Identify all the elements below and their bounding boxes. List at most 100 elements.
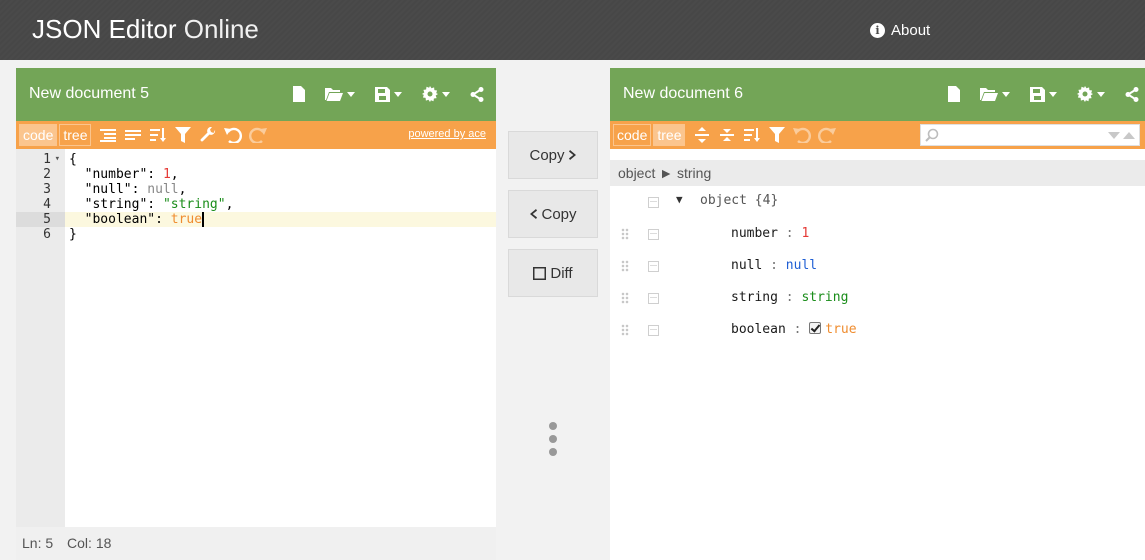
format-icon[interactable] — [98, 124, 118, 146]
app-header: JSON Editor Online i About — [0, 0, 1145, 60]
line-number: 6 — [43, 227, 51, 242]
search-input[interactable] — [920, 124, 1140, 146]
field-name[interactable]: string — [731, 290, 778, 305]
field-value[interactable]: null — [786, 258, 817, 273]
status-bar: Ln: 5 Col: 18 — [16, 527, 496, 560]
code-line[interactable]: 1 ▾ { — [16, 152, 496, 167]
tree-row-root[interactable]: ▼ object {4} — [610, 186, 1145, 218]
save-icon[interactable] — [375, 86, 402, 102]
tree-row[interactable]: null : null — [610, 250, 1145, 282]
copy-right-label: Copy — [529, 146, 565, 164]
field-name[interactable]: null — [731, 258, 762, 273]
powered-by-ace-link[interactable]: powered by ace — [408, 128, 486, 140]
code-line[interactable]: 6 } — [16, 227, 496, 242]
compact-icon[interactable] — [123, 124, 143, 146]
sort-icon[interactable] — [742, 124, 762, 146]
field-value[interactable]: string — [801, 290, 848, 305]
redo-icon[interactable] — [817, 124, 837, 146]
context-menu-icon[interactable] — [648, 293, 659, 304]
app-title: JSON Editor Online — [32, 14, 259, 44]
field-name[interactable]: number — [731, 226, 778, 241]
field-value[interactable]: true — [825, 322, 856, 337]
open-folder-icon[interactable] — [980, 87, 1010, 101]
drag-dot — [549, 435, 557, 443]
splitter-handle[interactable] — [548, 422, 558, 456]
new-document-icon[interactable] — [948, 86, 960, 102]
json-key: "boolean" — [84, 212, 156, 227]
context-menu-icon[interactable] — [648, 197, 659, 208]
chevron-down-icon — [1002, 91, 1010, 97]
drag-handle-icon[interactable] — [621, 324, 629, 336]
left-document-title[interactable]: New document 5 — [29, 85, 149, 103]
json-null-value: null — [147, 182, 179, 197]
code-text: } — [69, 227, 77, 242]
object-type: object — [700, 193, 747, 208]
filter-icon[interactable] — [767, 124, 787, 146]
tree-row[interactable]: string : string — [610, 282, 1145, 314]
code-editor[interactable]: 1 ▾ { 2 "number": 1, 3 "null": null, 4 "s… — [16, 149, 496, 527]
field-name[interactable]: boolean — [731, 322, 786, 337]
diff-button[interactable]: Diff — [508, 249, 598, 297]
code-line[interactable]: 2 "number": 1, — [16, 167, 496, 182]
json-key: "string" — [84, 197, 148, 212]
code-line[interactable]: 4 "string": "string", — [16, 197, 496, 212]
sort-icon[interactable] — [148, 124, 168, 146]
code-line-active[interactable]: 5 "boolean": true — [16, 212, 496, 227]
field-value[interactable]: 1 — [801, 226, 809, 241]
line-number: 4 — [43, 197, 51, 212]
code-mode-button[interactable]: code — [613, 124, 652, 146]
line-number: 2 — [43, 167, 51, 182]
tree-mode-button[interactable]: tree — [59, 124, 92, 146]
json-boolean-value: true — [170, 212, 203, 227]
copy-left-label: Copy — [541, 205, 577, 223]
chevron-down-icon — [1049, 91, 1057, 97]
drag-handle-icon[interactable] — [621, 292, 629, 304]
collapse-all-icon[interactable] — [717, 124, 737, 146]
share-icon[interactable] — [1125, 86, 1139, 102]
breadcrumb-leaf[interactable]: string — [677, 165, 711, 181]
right-document-title[interactable]: New document 6 — [623, 85, 743, 103]
open-folder-icon[interactable] — [325, 87, 355, 101]
new-document-icon[interactable] — [293, 86, 305, 102]
code-mode-button[interactable]: code — [19, 124, 58, 146]
tree-row[interactable]: number : 1 — [610, 218, 1145, 250]
tree-mode-button[interactable]: tree — [653, 124, 686, 146]
context-menu-icon[interactable] — [648, 261, 659, 272]
expand-all-icon[interactable] — [692, 124, 712, 146]
context-menu-icon[interactable] — [648, 229, 659, 240]
breadcrumb-arrow-icon: ► — [659, 165, 674, 181]
undo-icon[interactable] — [223, 124, 243, 146]
drag-handle-icon[interactable] — [621, 228, 629, 240]
chevron-down-icon — [1097, 91, 1105, 97]
chevron-down-icon — [394, 91, 402, 97]
about-label: About — [891, 22, 931, 39]
share-icon[interactable] — [470, 86, 484, 102]
undo-icon[interactable] — [792, 124, 812, 146]
expand-arrow-icon[interactable]: ▼ — [676, 193, 683, 206]
copy-right-button[interactable]: Copy — [508, 131, 598, 179]
left-menu-bar: code tree powered by ace — [16, 121, 496, 149]
left-titlebar: New document 5 — [16, 68, 496, 121]
save-icon[interactable] — [1030, 86, 1057, 102]
right-menu-bar: code tree — [610, 121, 1145, 149]
breadcrumb-root[interactable]: object — [618, 165, 655, 181]
chevron-down-icon — [442, 91, 450, 97]
settings-icon[interactable] — [422, 86, 450, 102]
boolean-checkbox[interactable] — [809, 322, 822, 334]
app-title-light: Online — [183, 14, 259, 44]
search-next-icon[interactable] — [1108, 132, 1120, 139]
drag-handle-icon[interactable] — [621, 260, 629, 272]
context-menu-icon[interactable] — [648, 325, 659, 336]
chevron-down-icon — [347, 91, 355, 97]
filter-icon[interactable] — [173, 124, 193, 146]
about-link[interactable]: i About — [870, 22, 930, 39]
search-previous-icon[interactable] — [1123, 132, 1135, 139]
copy-left-button[interactable]: Copy — [508, 190, 598, 238]
fold-arrow-icon[interactable]: ▾ — [55, 152, 60, 167]
right-titlebar: New document 6 — [610, 68, 1145, 121]
tree-row[interactable]: boolean : true — [610, 314, 1145, 346]
settings-icon[interactable] — [1077, 86, 1105, 102]
code-line[interactable]: 3 "null": null, — [16, 182, 496, 197]
repair-icon[interactable] — [198, 124, 218, 146]
redo-icon[interactable] — [248, 124, 268, 146]
